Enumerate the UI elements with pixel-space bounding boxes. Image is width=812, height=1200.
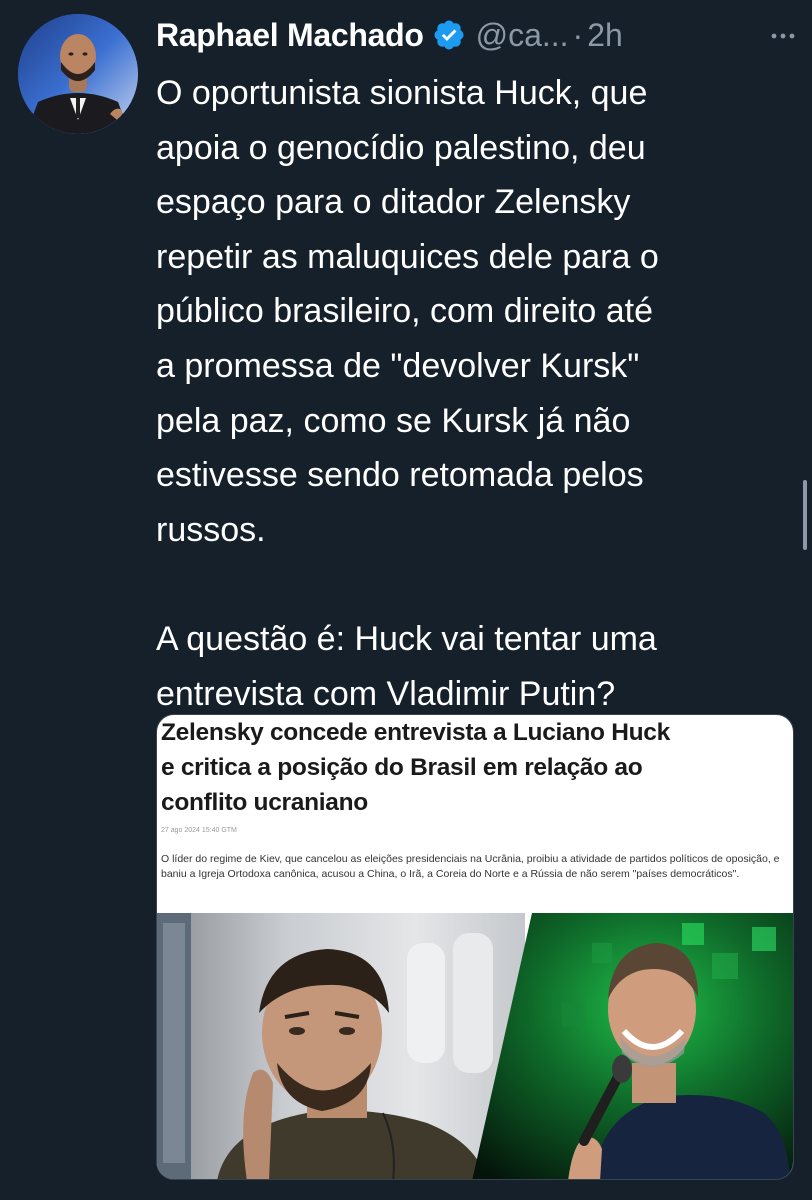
author-handle[interactable]: @ca... <box>476 17 569 54</box>
tweet-header: Raphael Machado @ca... · 2h <box>156 10 796 60</box>
verified-badge-icon <box>432 18 466 52</box>
avatar[interactable] <box>18 14 138 134</box>
tweet-question-line: A questão é: Huck vai tentar uma <box>156 619 657 658</box>
tweet-text-line: estivesse sendo retomada pelos <box>156 456 644 495</box>
article-headline-line: e critica a posição do Brasil em relação… <box>161 754 643 781</box>
article-date: 27 ago 2024 15:40 GTM <box>161 827 237 834</box>
huck-photo <box>472 913 793 1179</box>
scrollbar-thumb[interactable] <box>803 480 807 550</box>
tweet-text-line: apoia o genocídio palestino, deu <box>156 128 646 167</box>
tweet-media-image[interactable]: Zelensky concede entrevista a Luciano Hu… <box>156 714 794 1180</box>
zelensky-photo <box>157 913 525 1179</box>
more-options-icon[interactable] <box>770 16 796 47</box>
tweet-question-line: entrevista com Vladimir Putin? <box>156 674 616 713</box>
tweet-text-line: russos. <box>156 510 266 549</box>
article-headline-line: Zelensky concede entrevista a Luciano Hu… <box>161 719 670 746</box>
author-display-name[interactable]: Raphael Machado <box>156 17 424 54</box>
article-lead: O líder do regime de Kiev, que cancelou … <box>161 853 780 880</box>
article-headline: Zelensky concede entrevista a Luciano Hu… <box>161 715 793 820</box>
header-separator: · <box>572 16 584 53</box>
tweet-text-line: repetir as maluquices dele para o <box>156 237 659 276</box>
tweet-text-line: espaço para o ditador Zelensky <box>156 183 631 222</box>
tweet-text-line: pela paz, como se Kursk já não <box>156 401 631 440</box>
tweet-timestamp[interactable]: 2h <box>587 17 623 54</box>
tweet-text-line: O oportunista sionista Huck, que <box>156 74 648 112</box>
tweet-text: O oportunista sionista Huck, que apoia o… <box>156 66 796 721</box>
article-headline-line: conflito ucraniano <box>161 789 368 816</box>
tweet-text-line: a promessa de "devolver Kursk" <box>156 346 640 385</box>
tweet-text-line: público brasileiro, com direito até <box>156 292 654 331</box>
